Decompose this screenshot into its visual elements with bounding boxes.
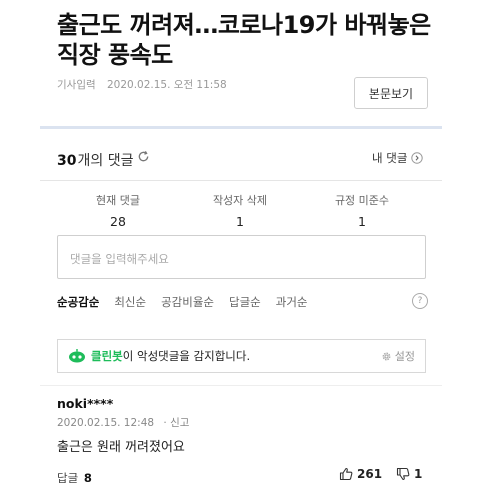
sort-tabs: 순공감순 최신순 공감비율순 답글순 과거순 [57, 294, 322, 310]
sort-tab-likes[interactable]: 순공감순 [57, 294, 99, 310]
article-title: 출근도 꺼려져…코로나19가 바꿔놓은 직장 풍속도 [57, 11, 431, 69]
help-icon[interactable]: ? [412, 293, 428, 309]
refresh-icon[interactable] [137, 150, 150, 163]
comment-nickname[interactable]: noki**** [57, 396, 113, 411]
stat-label: 작성자 삭제 [212, 194, 268, 207]
my-comments-label: 내 댓글 [372, 151, 408, 165]
article-meta: 기사입력 2020.02.15. 오전 11:58 [57, 77, 227, 92]
comment-count-unit: 개의 댓글 [77, 153, 134, 169]
stat-label: 규정 미준수 [334, 194, 390, 207]
replies-count: 8 [83, 471, 92, 485]
cleanbot-icon [69, 349, 85, 363]
thumbs-down-icon [396, 467, 410, 481]
meta-label: 기사입력 [57, 79, 96, 91]
thumbs-up-icon [339, 467, 353, 481]
sort-tab-oldest[interactable]: 과거순 [276, 294, 308, 310]
stat-value: 1 [358, 214, 366, 229]
replies-button[interactable]: 답글 8 [57, 470, 92, 486]
comment-input[interactable]: 댓글을 입력해주세요 [57, 235, 426, 279]
comment-count-number: 30 [57, 153, 77, 169]
gear-icon [382, 352, 391, 360]
article-date: 2020.02.15. 오전 11:58 [106, 79, 227, 91]
sort-tab-ratio[interactable]: 공감비율순 [161, 294, 214, 310]
dislike-button[interactable]: 1 [396, 467, 422, 481]
sort-tab-latest[interactable]: 최신순 [114, 294, 146, 310]
cleanbot-text: 이 악성댓글을 감지합니다. [122, 349, 251, 363]
replies-label: 답글 [57, 471, 79, 485]
cleanbot-settings-button[interactable]: 설정 [381, 348, 415, 364]
stat-current-comments: 현재 댓글 28 [68, 192, 168, 229]
cleanbot-settings-label: 설정 [394, 350, 415, 363]
stats-divider [40, 180, 442, 181]
comment-date: 2020.02.15. 12:48 [57, 417, 155, 429]
cleanbot-name: 클린봇 [91, 349, 123, 363]
like-button[interactable]: 261 [339, 467, 382, 481]
stat-author-deleted: 작성자 삭제 1 [190, 192, 290, 229]
comment-count: 30개의 댓글 [57, 150, 133, 170]
sort-tab-replies[interactable]: 답글순 [229, 294, 261, 310]
view-article-button[interactable]: 본문보기 [354, 77, 428, 109]
stat-value: 1 [236, 214, 244, 229]
my-comments-link[interactable]: 내 댓글 [372, 150, 424, 166]
section-divider [40, 126, 442, 129]
chevron-right-icon [411, 152, 424, 164]
comment-meta: 2020.02.15. 12:48 · 신고 [57, 415, 189, 430]
stat-rule-violation: 규정 미준수 1 [312, 192, 412, 229]
stat-value: 28 [110, 214, 126, 229]
stat-label: 현재 댓글 [96, 194, 140, 207]
comment-separator [40, 385, 442, 386]
cleanbot-banner: 클린봇 이 악성댓글을 감지합니다. 설정 [57, 339, 426, 373]
dislike-count: 1 [414, 467, 423, 481]
comment-text: 출근은 원래 꺼려졌어요 [57, 440, 185, 455]
report-link[interactable]: · 신고 [163, 417, 189, 429]
like-count: 261 [357, 467, 383, 481]
